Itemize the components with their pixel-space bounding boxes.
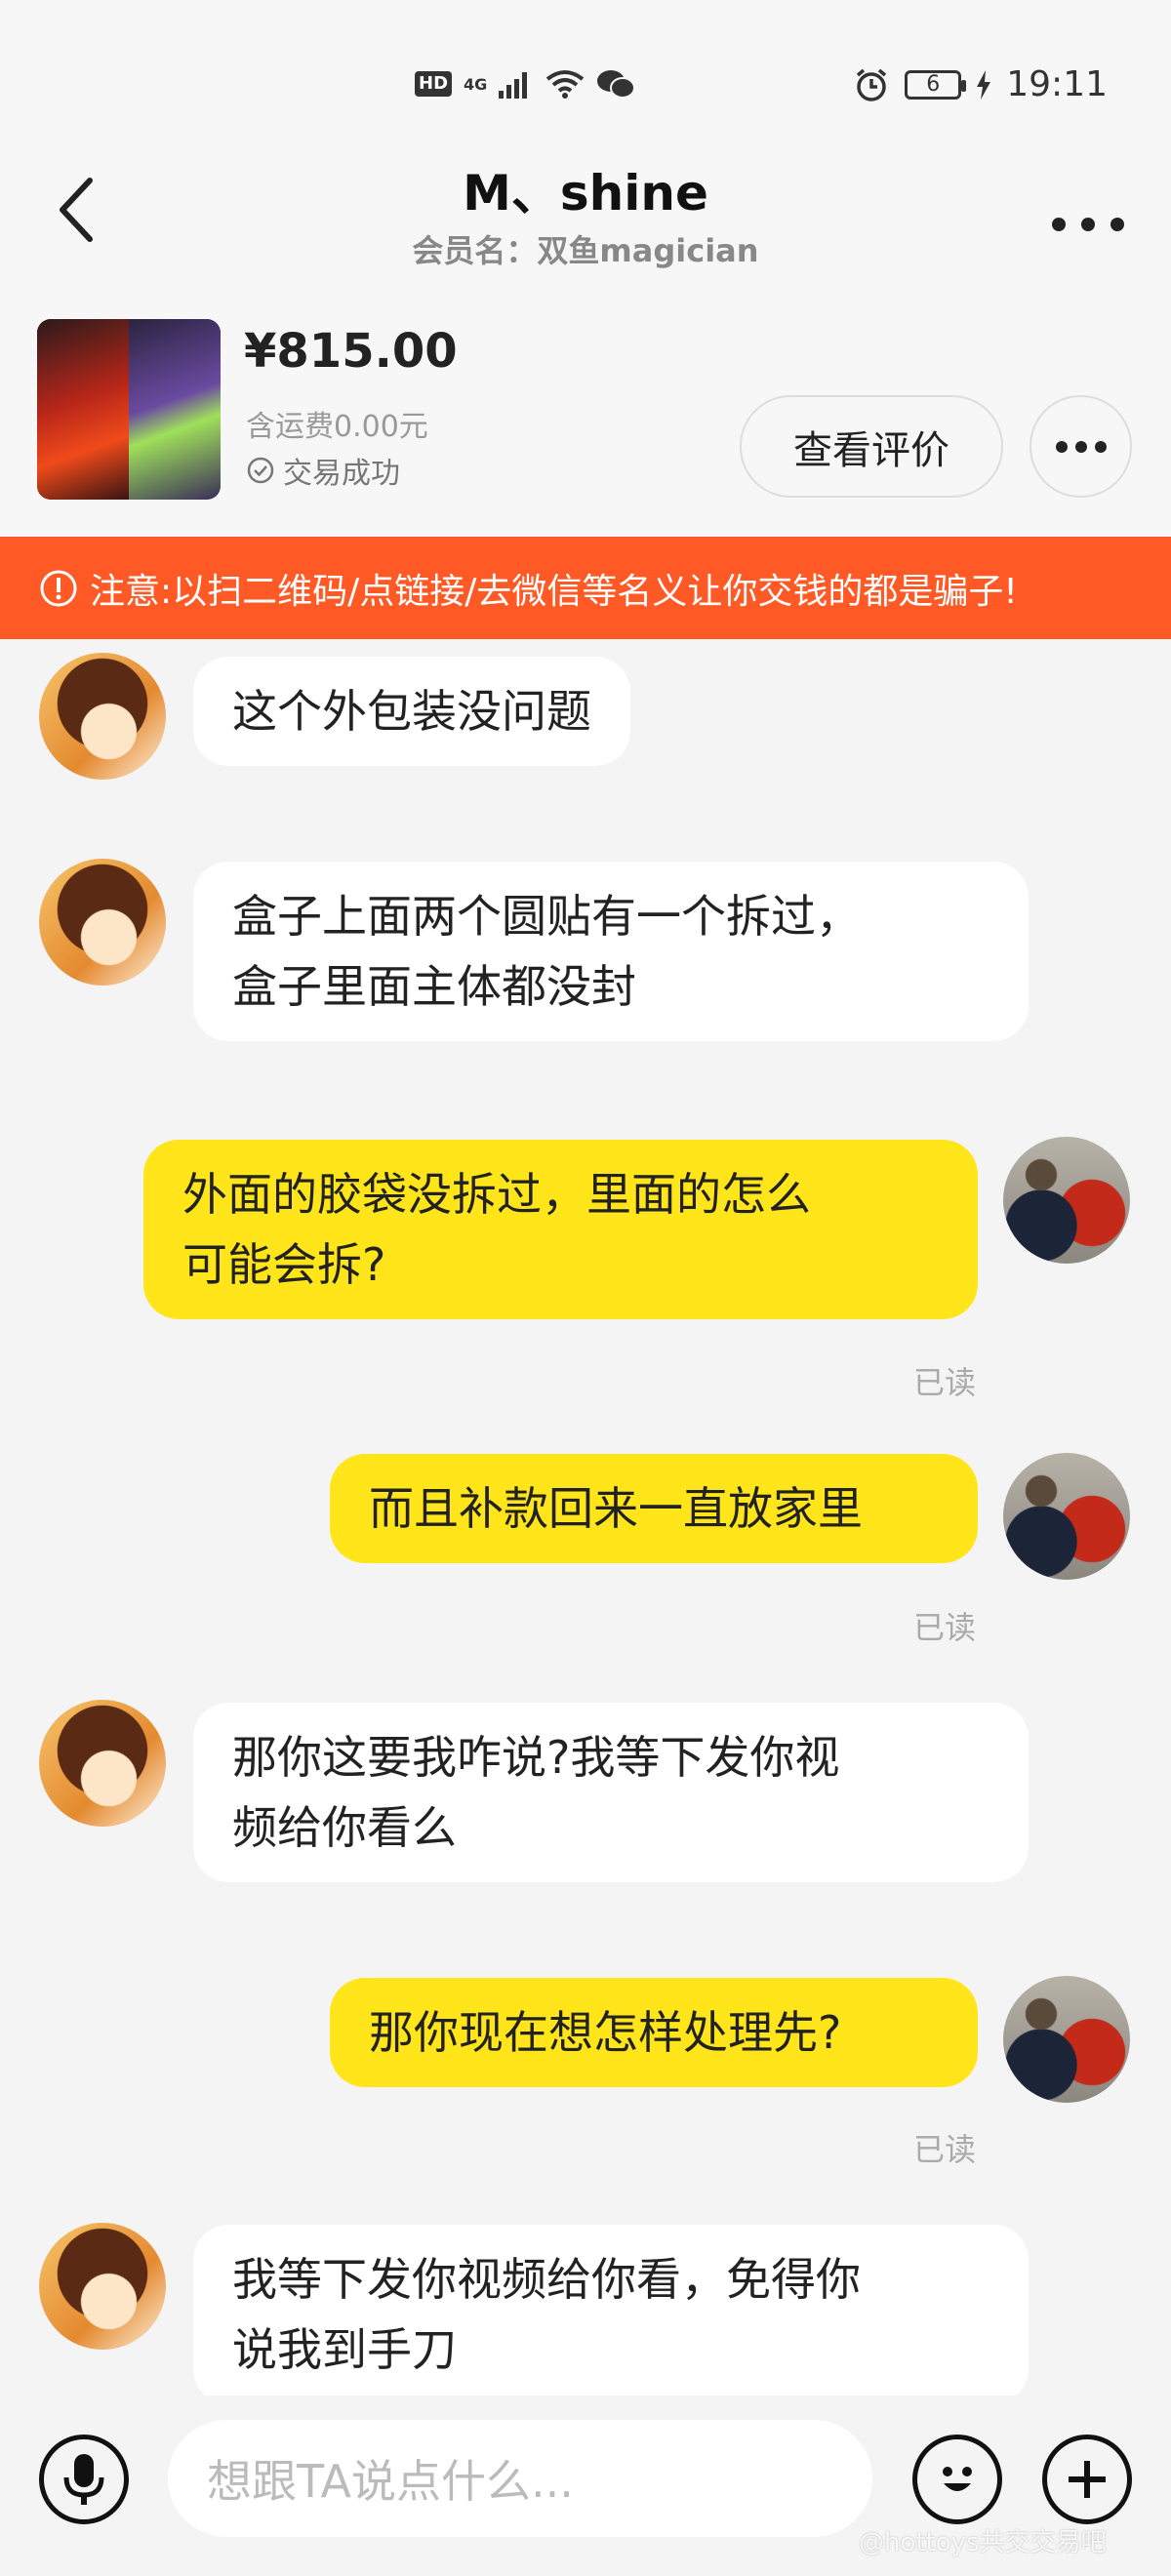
message-line: 盒子里面主体都没封 xyxy=(232,960,636,1013)
emoji-button[interactable] xyxy=(912,2435,1002,2524)
contact-avatar[interactable] xyxy=(39,2223,166,2350)
message-bubble-received[interactable]: 我等下发你视频给你看，免得你 说我到手刀 xyxy=(193,2225,1029,2395)
hd-badge: HD xyxy=(415,71,453,97)
message-line: 频给你看么 xyxy=(232,1801,457,1854)
charging-icon xyxy=(977,69,991,100)
message-line: 外面的胶袋没拆过，里面的怎么 xyxy=(182,1168,811,1221)
message-bubble-sent[interactable]: 那你现在想怎样处理先? xyxy=(330,1978,978,2087)
my-avatar[interactable] xyxy=(1003,1453,1130,1580)
page-title: M、shine xyxy=(463,165,708,221)
message-bubble-received[interactable]: 盒子上面两个圆贴有一个拆过， 盒子里面主体都没封 xyxy=(193,862,1029,1041)
alarm-icon xyxy=(857,68,887,101)
member-name: 会员名：双鱼magician xyxy=(412,232,759,269)
message-line: 那你这要我咋说?我等下发你视 xyxy=(232,1731,840,1784)
read-receipt: 已读 xyxy=(912,2131,976,2168)
more-options-button[interactable] xyxy=(1044,200,1132,249)
watermark: @hottoys共交交易吧 xyxy=(859,2528,1107,2557)
trade-status-label: 交易成功 xyxy=(283,457,400,491)
read-receipt: 已读 xyxy=(912,1609,976,1646)
status-bar: HD 4G 6 19:11 xyxy=(0,0,1171,146)
message-line: 这个外包装没问题 xyxy=(232,685,591,738)
message-bubble-sent[interactable]: 而且补款回来一直放家里 xyxy=(330,1454,978,1563)
wechat-icon xyxy=(597,70,636,99)
wifi-icon xyxy=(546,70,585,99)
read-receipt: 已读 xyxy=(912,1364,976,1401)
my-avatar[interactable] xyxy=(1003,1976,1130,2103)
message-line: 那你现在想怎样处理先? xyxy=(369,2006,842,2059)
more-horizontal-icon xyxy=(1052,218,1124,231)
battery-icon: 6 xyxy=(905,69,967,100)
contact-avatar[interactable] xyxy=(39,653,166,780)
contact-avatar[interactable] xyxy=(39,859,166,986)
view-review-button[interactable]: 查看评价 xyxy=(740,395,1003,498)
status-left: HD 4G xyxy=(415,68,636,100)
message-input[interactable]: 想跟TA说点什么... xyxy=(168,2420,872,2537)
product-card: ¥815.00 含运费0.00元 交易成功 查看评价 xyxy=(0,302,1171,537)
message-bubble-received[interactable]: 这个外包装没问题 xyxy=(193,657,630,766)
signal-icon xyxy=(499,72,528,99)
message-line: 我等下发你视频给你看，免得你 xyxy=(232,2253,861,2306)
shipping-fee: 含运费0.00元 xyxy=(246,410,428,444)
chat-header: M、shine 会员名：双鱼magician xyxy=(0,146,1171,302)
fraud-warning-banner: 注意:以扫二维码/点链接/去微信等名义让你交钱的都是骗子! xyxy=(0,537,1171,639)
voice-button[interactable] xyxy=(39,2435,129,2524)
product-thumbnail[interactable] xyxy=(37,319,221,500)
alert-circle-icon xyxy=(40,570,77,606)
clock: 19:11 xyxy=(1006,64,1108,104)
contact-avatar[interactable] xyxy=(39,1700,166,1827)
message-bubble-received[interactable]: 那你这要我咋说?我等下发你视 频给你看么 xyxy=(193,1703,1029,1882)
product-price: ¥815.00 xyxy=(244,324,458,379)
message-line: 说我到手刀 xyxy=(232,2323,457,2376)
trade-status: 交易成功 xyxy=(246,449,400,492)
emoji-icon xyxy=(943,2467,972,2491)
warning-text: 注意:以扫二维码/点链接/去微信等名义让你交钱的都是骗子! xyxy=(90,571,1018,612)
network-type: 4G xyxy=(464,74,488,94)
my-avatar[interactable] xyxy=(1003,1137,1130,1264)
message-bubble-sent[interactable]: 外面的胶袋没拆过，里面的怎么 可能会拆? xyxy=(143,1140,978,1319)
more-horizontal-icon xyxy=(1055,440,1107,453)
message-line: 可能会拆? xyxy=(182,1238,386,1291)
microphone-icon xyxy=(63,2454,104,2505)
plus-icon xyxy=(1069,2461,1106,2498)
message-line: 盒子上面两个圆贴有一个拆过， xyxy=(232,890,861,943)
status-right: 6 19:11 xyxy=(854,64,1108,104)
message-line: 而且补款回来一直放家里 xyxy=(369,1482,863,1535)
message-list[interactable]: 这个外包装没问题 盒子上面两个圆贴有一个拆过， 盒子里面主体都没封 外面的胶袋没… xyxy=(0,639,1171,2395)
check-circle-icon xyxy=(247,457,274,484)
product-more-button[interactable] xyxy=(1030,395,1132,498)
add-attachment-button[interactable] xyxy=(1042,2435,1132,2524)
